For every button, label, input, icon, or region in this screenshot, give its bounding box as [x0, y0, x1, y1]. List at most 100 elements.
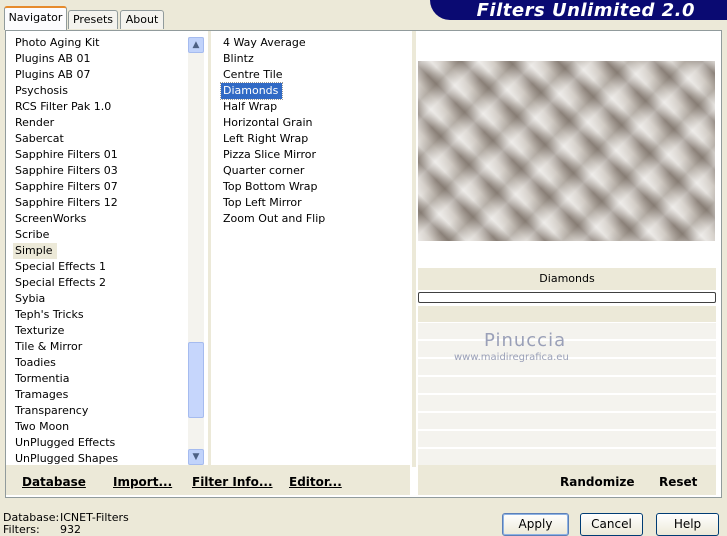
randomize-link[interactable]: Randomize: [560, 475, 634, 489]
category-item-label: Sapphire Filters 07: [15, 180, 118, 193]
filter-item[interactable]: Blintz: [221, 51, 406, 67]
tab-navigator[interactable]: Navigator: [4, 6, 67, 30]
cancel-button[interactable]: Cancel: [580, 513, 643, 536]
category-item[interactable]: Sapphire Filters 03: [13, 163, 185, 179]
category-item-label: Photo Aging Kit: [15, 36, 100, 49]
reset-link[interactable]: Reset: [659, 475, 697, 489]
category-item[interactable]: Two Moon: [13, 419, 185, 435]
preview-divider: [412, 31, 416, 467]
database-link[interactable]: Database: [22, 475, 86, 489]
scroll-down-button[interactable]: ▼: [188, 449, 204, 465]
category-item[interactable]: Sabercat: [13, 131, 185, 147]
category-item-label: Sybia: [15, 292, 46, 305]
category-item[interactable]: Sybia: [13, 291, 185, 307]
category-item-label: Toadies: [15, 356, 56, 369]
filter-item-label: Horizontal Grain: [223, 116, 313, 129]
filter-item[interactable]: Top Bottom Wrap: [221, 179, 406, 195]
filters-status: Filters: 932: [3, 523, 81, 536]
parameter-slot: [418, 394, 716, 411]
category-item[interactable]: Tramages: [13, 387, 185, 403]
category-item[interactable]: RCS Filter Pak 1.0: [13, 99, 185, 115]
filters-status-label: Filters:: [3, 523, 40, 536]
filter-item[interactable]: Zoom Out and Flip: [221, 211, 406, 227]
category-item[interactable]: Simple: [13, 243, 185, 259]
help-button[interactable]: Help: [656, 513, 719, 536]
category-item[interactable]: Tile & Mirror: [13, 339, 185, 355]
scroll-up-button[interactable]: ▲: [188, 37, 204, 53]
filter-item[interactable]: Half Wrap: [221, 99, 406, 115]
category-item[interactable]: Texturize: [13, 323, 185, 339]
category-item-label: ScreenWorks: [15, 212, 87, 225]
category-item[interactable]: Sapphire Filters 12: [13, 195, 185, 211]
editor-link[interactable]: Editor...: [289, 475, 342, 489]
category-item[interactable]: UnPlugged Effects: [13, 435, 185, 451]
category-item[interactable]: Render: [13, 115, 185, 131]
category-item[interactable]: Special Effects 2: [13, 275, 185, 291]
filter-item[interactable]: Diamonds: [219, 82, 406, 100]
category-item-label: Tormentia: [15, 372, 70, 385]
category-item-label: Plugins AB 01: [15, 52, 91, 65]
parameter-slot: [418, 376, 716, 393]
category-item[interactable]: Transparency: [13, 403, 185, 419]
category-item[interactable]: Toadies: [13, 355, 185, 371]
category-item-label: Texturize: [15, 324, 65, 337]
banner-title: Filters Unlimited 2.0: [476, 0, 695, 20]
filter-item-label: Pizza Slice Mirror: [223, 148, 317, 161]
filter-item-label: Centre Tile: [223, 68, 283, 81]
category-item[interactable]: Sapphire Filters 01: [13, 147, 185, 163]
filter-item[interactable]: Centre Tile: [221, 67, 406, 83]
up-arrow-icon: ▲: [192, 40, 200, 50]
category-item-label: Tramages: [15, 388, 69, 401]
header-banner: Filters Unlimited 2.0: [430, 0, 727, 20]
category-item-label: Sabercat: [15, 132, 64, 145]
filter-item-label: Diamonds: [219, 82, 284, 100]
category-item[interactable]: Special Effects 1: [13, 259, 185, 275]
category-item[interactable]: Teph's Tricks: [13, 307, 185, 323]
category-item-label: Scribe: [15, 228, 50, 241]
import-link[interactable]: Import...: [113, 475, 172, 489]
parameter-slider-track[interactable]: [418, 292, 716, 303]
filter-item-label: Half Wrap: [223, 100, 278, 113]
filter-item[interactable]: Pizza Slice Mirror: [221, 147, 406, 163]
category-item-label: Render: [15, 116, 55, 129]
category-item-label: UnPlugged Effects: [15, 436, 116, 449]
category-item[interactable]: Sapphire Filters 07: [13, 179, 185, 195]
category-item[interactable]: Scribe: [13, 227, 185, 243]
filter-item[interactable]: Quarter corner: [221, 163, 406, 179]
filters-status-value: 932: [60, 523, 81, 536]
category-item[interactable]: Plugins AB 07: [13, 67, 185, 83]
filter-item[interactable]: 4 Way Average: [221, 35, 406, 51]
category-item[interactable]: Tormentia: [13, 371, 185, 387]
filter-item[interactable]: Top Left Mirror: [221, 195, 406, 211]
filter-item-label: Top Bottom Wrap: [223, 180, 318, 193]
tab-presets[interactable]: Presets: [68, 10, 118, 29]
parameter-slot: [418, 448, 716, 465]
filter-item-label: Zoom Out and Flip: [223, 212, 326, 225]
category-item[interactable]: Psychosis: [13, 83, 185, 99]
down-arrow-icon: ▼: [192, 452, 200, 462]
filter-info-link[interactable]: Filter Info...: [192, 475, 273, 489]
category-item-label: Two Moon: [15, 420, 70, 433]
filter-item[interactable]: Left Right Wrap: [221, 131, 406, 147]
category-item-label: Special Effects 2: [15, 276, 107, 289]
category-item[interactable]: ScreenWorks: [13, 211, 185, 227]
category-item[interactable]: Plugins AB 01: [13, 51, 185, 67]
tab-about[interactable]: About: [120, 10, 164, 29]
filter-list[interactable]: 4 Way Average Blintz Centre Tile Diamonds Ha…: [219, 35, 406, 227]
category-item-label: Plugins AB 07: [15, 68, 91, 81]
category-item-label: Tile & Mirror: [15, 340, 83, 353]
filter-item-label: Quarter corner: [223, 164, 305, 177]
filter-item-label: Top Left Mirror: [223, 196, 302, 209]
preview-filter-label: Diamonds: [418, 268, 716, 290]
filter-item[interactable]: Horizontal Grain: [221, 115, 406, 131]
category-item-label: Teph's Tricks: [15, 308, 84, 321]
scroll-thumb[interactable]: [188, 342, 204, 418]
category-item-label: Sapphire Filters 12: [15, 196, 118, 209]
apply-button[interactable]: Apply: [502, 513, 569, 536]
watermark-url: www.maidiregrafica.eu: [454, 352, 569, 363]
filter-item-label: Left Right Wrap: [223, 132, 309, 145]
category-item-label: Simple: [13, 243, 57, 259]
category-scrollbar[interactable]: ▲ ▼: [188, 37, 204, 465]
category-item[interactable]: Photo Aging Kit: [13, 35, 185, 51]
category-list[interactable]: Photo Aging Kit Plugins AB 01 Plugins AB 0…: [13, 35, 185, 467]
